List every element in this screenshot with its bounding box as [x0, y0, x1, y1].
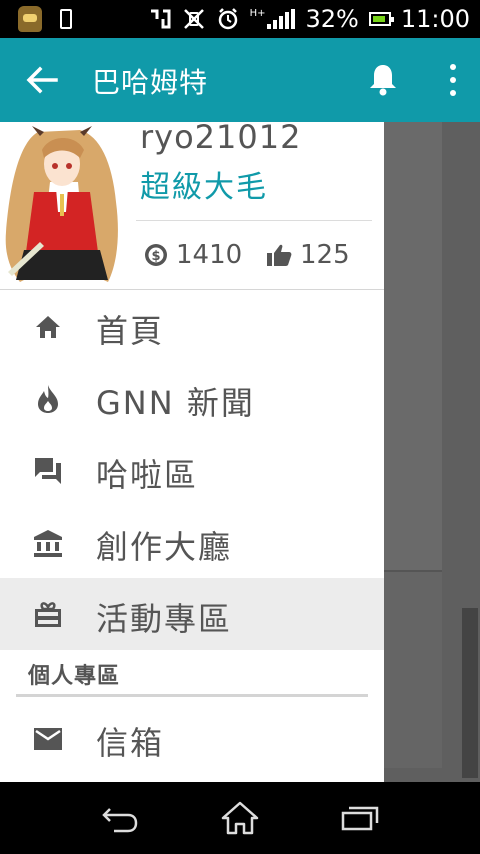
- app-bar: 巴哈姆特: [0, 38, 480, 122]
- nfc-icon: [148, 9, 172, 29]
- menu-item-creation-hall[interactable]: 創作大廳: [0, 506, 384, 578]
- back-icon: [102, 808, 138, 833]
- menu-item-label: 首頁: [96, 312, 165, 350]
- vibrate-off-icon: [182, 7, 206, 31]
- mail-icon: [32, 724, 64, 754]
- divider: [16, 694, 368, 697]
- status-bar: H+ 32% 11:00: [0, 0, 480, 38]
- avatar-image: [0, 122, 124, 286]
- recents-icon: [341, 806, 379, 831]
- home-outline-icon: [221, 801, 259, 835]
- flame-icon: [32, 384, 64, 414]
- background-card: [384, 122, 442, 572]
- profile-header[interactable]: ryo21012 超級大毛 $ 1410 125: [0, 122, 384, 290]
- background-card: [384, 572, 442, 768]
- arrow-left-icon: [26, 66, 58, 94]
- menu-item-forum[interactable]: 哈啦區: [0, 434, 384, 506]
- network-type-label: H+: [249, 8, 266, 19]
- menu-item-label: 信箱: [96, 724, 165, 762]
- svg-text:$: $: [151, 249, 160, 264]
- gp-stat: 125: [266, 240, 350, 270]
- menu-item-gnn-news[interactable]: GNN 新聞: [0, 362, 384, 434]
- menu-item-label: 活動專區: [96, 600, 233, 638]
- alarm-icon: [216, 7, 240, 31]
- overflow-menu-button[interactable]: [440, 64, 466, 96]
- app-notification-icon: [18, 6, 42, 32]
- menu-item-events[interactable]: 活動專區: [0, 578, 384, 650]
- divider: [136, 220, 372, 221]
- username: ryo21012: [140, 122, 302, 156]
- more-vert-icon: [450, 64, 456, 70]
- user-rank: 超級大毛: [140, 170, 268, 205]
- section-title: 個人專區: [28, 664, 121, 689]
- clock: 11:00: [400, 5, 470, 33]
- menu-item-home[interactable]: 首頁: [0, 290, 384, 362]
- avatar[interactable]: [0, 122, 124, 286]
- navigation-drawer: ryo21012 超級大毛 $ 1410 125 首頁 GNN 新聞 哈啦區 創…: [0, 122, 384, 782]
- gp-value: 125: [300, 240, 350, 270]
- nav-recents-button[interactable]: [340, 798, 380, 838]
- system-nav-bar: [0, 782, 480, 854]
- app-title: 巴哈姆特: [92, 66, 209, 99]
- menu-item-label: GNN 新聞: [96, 384, 255, 422]
- coins-value: 1410: [176, 240, 243, 270]
- bank-icon: [32, 528, 64, 558]
- back-button[interactable]: [24, 62, 60, 98]
- forum-icon: [32, 456, 64, 486]
- nav-home-button[interactable]: [220, 798, 260, 838]
- phone-icon: [60, 9, 72, 29]
- section-header-personal: 個人專區: [0, 650, 384, 697]
- notifications-button[interactable]: [368, 62, 400, 96]
- bell-icon: [370, 65, 396, 96]
- battery-icon: [368, 12, 394, 26]
- nav-back-button[interactable]: [100, 798, 140, 838]
- home-icon: [32, 312, 64, 342]
- menu-item-label: 哈啦區: [96, 456, 199, 494]
- coin-icon: $: [145, 244, 167, 266]
- battery-percent: 32%: [305, 5, 359, 33]
- coins-stat: $ 1410: [144, 240, 242, 270]
- menu-item-mailbox[interactable]: 信箱: [0, 702, 384, 774]
- gift-card-icon: [32, 600, 64, 630]
- menu-item-label: 創作大廳: [96, 528, 233, 566]
- scrollbar[interactable]: [462, 608, 478, 778]
- drawer-menu: 首頁 GNN 新聞 哈啦區 創作大廳 活動專區 個人專區 信箱: [0, 290, 384, 774]
- thumb-up-icon: [267, 244, 292, 266]
- signal-icon: H+: [250, 9, 296, 29]
